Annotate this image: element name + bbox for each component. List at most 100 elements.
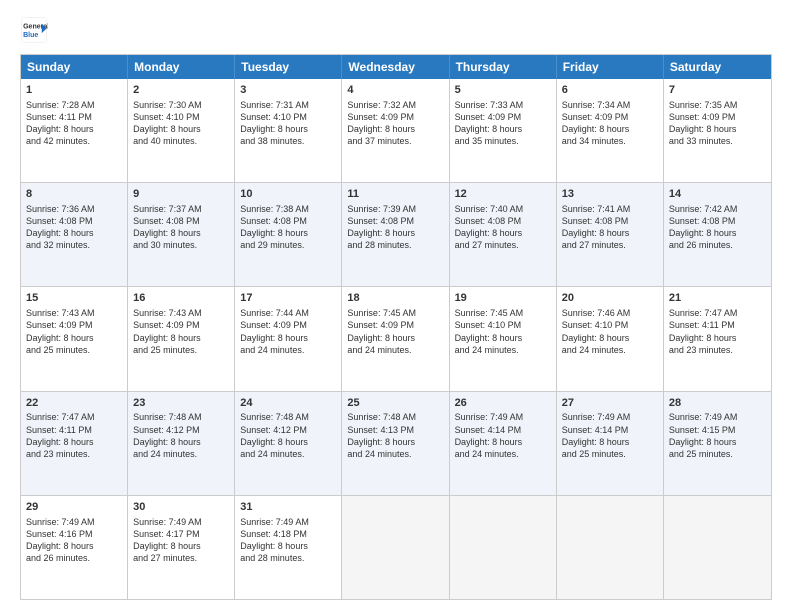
- day-info-line: and 29 minutes.: [240, 239, 336, 251]
- calendar-cell: 19Sunrise: 7:45 AMSunset: 4:10 PMDayligh…: [450, 287, 557, 390]
- day-info-line: and 25 minutes.: [26, 344, 122, 356]
- calendar-cell: 1Sunrise: 7:28 AMSunset: 4:11 PMDaylight…: [21, 79, 128, 182]
- calendar-cell: 14Sunrise: 7:42 AMSunset: 4:08 PMDayligh…: [664, 183, 771, 286]
- day-info-line: Daylight: 8 hours: [26, 123, 122, 135]
- calendar-cell: [557, 496, 664, 599]
- calendar-cell: 17Sunrise: 7:44 AMSunset: 4:09 PMDayligh…: [235, 287, 342, 390]
- day-info-line: Sunrise: 7:41 AM: [562, 203, 658, 215]
- day-info-line: Sunset: 4:09 PM: [26, 319, 122, 331]
- day-info-line: Sunrise: 7:46 AM: [562, 307, 658, 319]
- day-info-line: Sunrise: 7:48 AM: [347, 411, 443, 423]
- day-number: 26: [455, 396, 551, 411]
- day-info-line: Daylight: 8 hours: [669, 227, 766, 239]
- day-info-line: Daylight: 8 hours: [347, 227, 443, 239]
- day-info-line: Sunset: 4:09 PM: [133, 319, 229, 331]
- day-info-line: Sunset: 4:17 PM: [133, 528, 229, 540]
- day-info-line: Sunset: 4:12 PM: [133, 424, 229, 436]
- day-info-line: Sunrise: 7:43 AM: [26, 307, 122, 319]
- day-info-line: and 37 minutes.: [347, 135, 443, 147]
- day-info-line: and 25 minutes.: [133, 344, 229, 356]
- day-info-line: Sunset: 4:08 PM: [240, 215, 336, 227]
- day-info-line: and 23 minutes.: [669, 344, 766, 356]
- calendar-cell: 8Sunrise: 7:36 AMSunset: 4:08 PMDaylight…: [21, 183, 128, 286]
- day-info-line: Sunrise: 7:49 AM: [562, 411, 658, 423]
- day-info-line: Sunset: 4:09 PM: [240, 319, 336, 331]
- calendar-cell: 24Sunrise: 7:48 AMSunset: 4:12 PMDayligh…: [235, 392, 342, 495]
- day-info-line: and 25 minutes.: [562, 448, 658, 460]
- calendar-cell: 3Sunrise: 7:31 AMSunset: 4:10 PMDaylight…: [235, 79, 342, 182]
- day-info-line: Sunrise: 7:33 AM: [455, 99, 551, 111]
- day-info-line: Daylight: 8 hours: [455, 332, 551, 344]
- day-info-line: and 24 minutes.: [347, 344, 443, 356]
- day-info-line: and 28 minutes.: [347, 239, 443, 251]
- calendar-row-2: 8Sunrise: 7:36 AMSunset: 4:08 PMDaylight…: [21, 182, 771, 286]
- calendar-cell: 31Sunrise: 7:49 AMSunset: 4:18 PMDayligh…: [235, 496, 342, 599]
- day-info-line: Sunrise: 7:28 AM: [26, 99, 122, 111]
- day-info-line: and 24 minutes.: [455, 448, 551, 460]
- day-number: 23: [133, 396, 229, 411]
- day-info-line: and 27 minutes.: [133, 552, 229, 564]
- day-info-line: Sunset: 4:08 PM: [562, 215, 658, 227]
- calendar-cell: 18Sunrise: 7:45 AMSunset: 4:09 PMDayligh…: [342, 287, 449, 390]
- header-day-thursday: Thursday: [450, 55, 557, 79]
- header-day-friday: Friday: [557, 55, 664, 79]
- day-info-line: and 28 minutes.: [240, 552, 336, 564]
- day-info-line: Daylight: 8 hours: [133, 540, 229, 552]
- day-number: 18: [347, 291, 443, 306]
- day-info-line: Daylight: 8 hours: [133, 227, 229, 239]
- day-info-line: Sunset: 4:12 PM: [240, 424, 336, 436]
- day-info-line: Daylight: 8 hours: [133, 332, 229, 344]
- day-info-line: Daylight: 8 hours: [26, 227, 122, 239]
- day-info-line: Sunrise: 7:37 AM: [133, 203, 229, 215]
- day-info-line: Sunrise: 7:49 AM: [240, 516, 336, 528]
- day-number: 31: [240, 500, 336, 515]
- day-info-line: Sunrise: 7:34 AM: [562, 99, 658, 111]
- calendar-cell: [342, 496, 449, 599]
- calendar: SundayMondayTuesdayWednesdayThursdayFrid…: [20, 54, 772, 600]
- day-info-line: Daylight: 8 hours: [347, 332, 443, 344]
- calendar-row-4: 22Sunrise: 7:47 AMSunset: 4:11 PMDayligh…: [21, 391, 771, 495]
- day-info-line: and 33 minutes.: [669, 135, 766, 147]
- day-info-line: Sunset: 4:08 PM: [133, 215, 229, 227]
- logo: General Blue: [20, 16, 52, 44]
- day-info-line: and 27 minutes.: [562, 239, 658, 251]
- day-info-line: Daylight: 8 hours: [240, 332, 336, 344]
- day-info-line: Sunrise: 7:45 AM: [455, 307, 551, 319]
- day-number: 20: [562, 291, 658, 306]
- day-number: 24: [240, 396, 336, 411]
- day-number: 13: [562, 187, 658, 202]
- day-info-line: Daylight: 8 hours: [455, 227, 551, 239]
- day-info-line: Daylight: 8 hours: [240, 227, 336, 239]
- day-info-line: Daylight: 8 hours: [240, 436, 336, 448]
- day-info-line: Sunset: 4:09 PM: [562, 111, 658, 123]
- header-day-monday: Monday: [128, 55, 235, 79]
- day-number: 30: [133, 500, 229, 515]
- day-info-line: and 24 minutes.: [455, 344, 551, 356]
- day-number: 8: [26, 187, 122, 202]
- day-info-line: Sunrise: 7:44 AM: [240, 307, 336, 319]
- day-info-line: and 27 minutes.: [455, 239, 551, 251]
- day-info-line: Sunset: 4:10 PM: [562, 319, 658, 331]
- day-info-line: Daylight: 8 hours: [240, 540, 336, 552]
- day-info-line: Sunset: 4:16 PM: [26, 528, 122, 540]
- day-number: 7: [669, 83, 766, 98]
- day-info-line: and 30 minutes.: [133, 239, 229, 251]
- calendar-cell: 16Sunrise: 7:43 AMSunset: 4:09 PMDayligh…: [128, 287, 235, 390]
- calendar-cell: 10Sunrise: 7:38 AMSunset: 4:08 PMDayligh…: [235, 183, 342, 286]
- calendar-cell: 22Sunrise: 7:47 AMSunset: 4:11 PMDayligh…: [21, 392, 128, 495]
- day-info-line: Sunset: 4:08 PM: [455, 215, 551, 227]
- logo-icon: General Blue: [20, 16, 48, 44]
- day-number: 2: [133, 83, 229, 98]
- calendar-header: SundayMondayTuesdayWednesdayThursdayFrid…: [21, 55, 771, 79]
- day-info-line: and 25 minutes.: [669, 448, 766, 460]
- day-info-line: Sunset: 4:09 PM: [455, 111, 551, 123]
- day-number: 27: [562, 396, 658, 411]
- calendar-cell: 15Sunrise: 7:43 AMSunset: 4:09 PMDayligh…: [21, 287, 128, 390]
- day-info-line: Daylight: 8 hours: [455, 436, 551, 448]
- day-number: 3: [240, 83, 336, 98]
- day-info-line: Sunrise: 7:39 AM: [347, 203, 443, 215]
- day-info-line: Sunset: 4:15 PM: [669, 424, 766, 436]
- day-info-line: Daylight: 8 hours: [26, 540, 122, 552]
- header-day-tuesday: Tuesday: [235, 55, 342, 79]
- header-day-wednesday: Wednesday: [342, 55, 449, 79]
